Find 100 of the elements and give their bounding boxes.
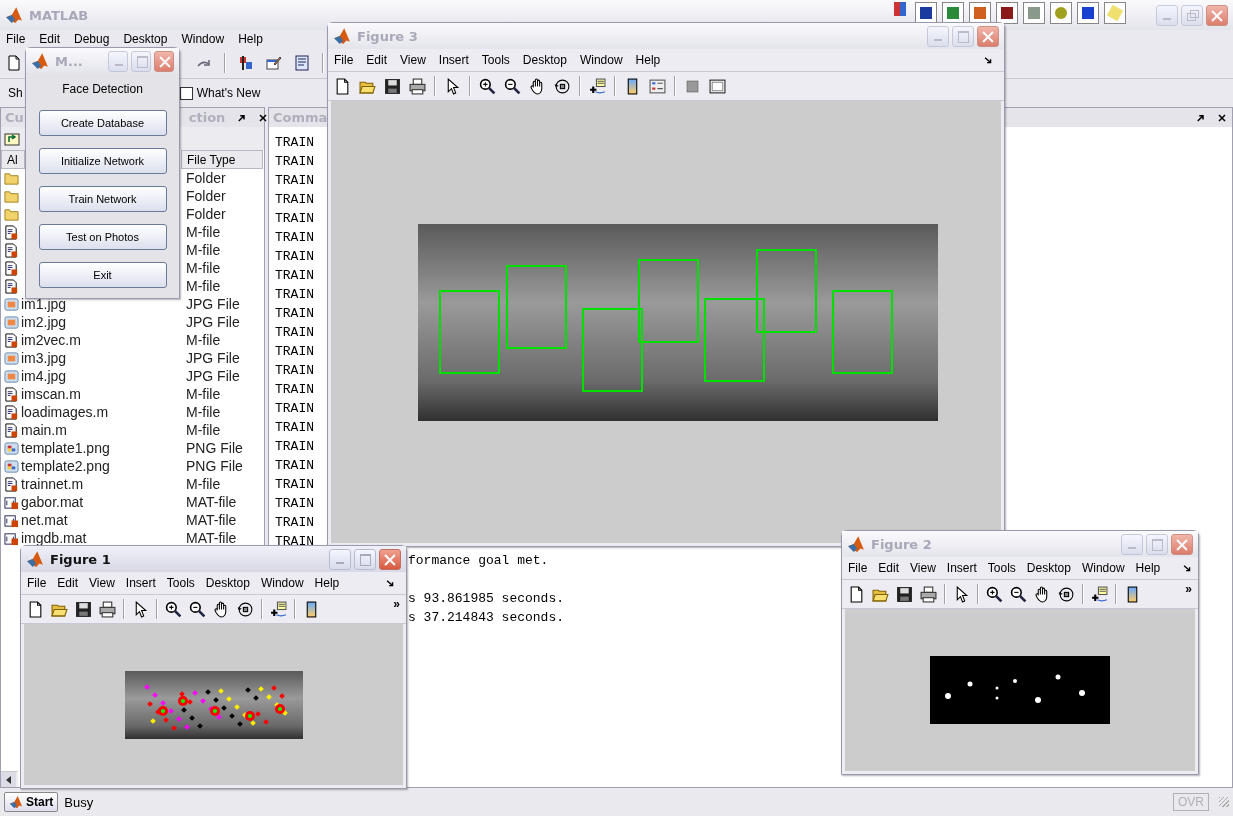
menu-item[interactable]: Window xyxy=(181,32,225,46)
resize-grip[interactable] xyxy=(1219,797,1229,807)
menu-item[interactable]: Edit xyxy=(39,32,61,46)
window-title: Figure 2 xyxy=(871,536,932,552)
printer-icon[interactable] xyxy=(920,585,937,603)
panel-heading: Face Detection xyxy=(62,82,143,96)
action-button[interactable]: Exit xyxy=(38,262,167,288)
file-name[interactable]: loadimages.m xyxy=(21,404,109,420)
menu-item[interactable]: Debug xyxy=(74,32,110,46)
close-icon[interactable] xyxy=(257,111,270,124)
data-cursor-icon[interactable] xyxy=(270,600,287,618)
column-header[interactable]: Al xyxy=(1,150,25,169)
window-frame-icon[interactable] xyxy=(709,77,726,95)
new-file-icon[interactable] xyxy=(848,585,865,603)
zoom-out-icon[interactable] xyxy=(504,77,521,95)
file-type: M-file xyxy=(186,404,221,420)
file-name[interactable]: im1.jpg xyxy=(21,296,67,312)
mat-file-icon xyxy=(4,530,19,546)
menu-item[interactable]: Help xyxy=(314,576,340,590)
action-button[interactable]: Test on Photos xyxy=(38,224,167,250)
file-name[interactable]: gabor.mat xyxy=(21,494,84,510)
rotate-3d-icon[interactable] xyxy=(554,77,571,95)
start-button[interactable]: Start xyxy=(4,792,59,812)
file-name[interactable]: template1.png xyxy=(21,440,110,456)
matlab-logo-icon xyxy=(9,795,23,809)
folder-icon xyxy=(4,206,19,222)
rotate-3d-icon[interactable] xyxy=(1058,585,1075,603)
menu-item[interactable]: Window xyxy=(1081,561,1125,575)
menu-item[interactable]: View xyxy=(89,576,115,590)
data-cursor-icon[interactable] xyxy=(1091,585,1108,603)
dock-arrow-icon[interactable] xyxy=(385,577,396,589)
menu-item[interactable]: File xyxy=(6,32,26,46)
folder-up-icon[interactable] xyxy=(4,130,20,147)
menu-item[interactable]: View xyxy=(910,561,936,575)
printer-icon[interactable] xyxy=(409,77,426,95)
overflow-button[interactable]: » xyxy=(1185,580,1192,596)
shortcut-link[interactable]: What's New xyxy=(179,86,261,100)
window-title: Figure 1 xyxy=(50,551,111,567)
blocks-icon[interactable] xyxy=(238,55,254,71)
file-type: M-file xyxy=(186,332,221,348)
menu-item[interactable]: Tools xyxy=(166,576,195,590)
menu-item[interactable]: Desktop xyxy=(1026,561,1071,575)
new-file-icon[interactable] xyxy=(6,55,22,71)
file-name[interactable]: im3.jpg xyxy=(21,350,67,366)
menu-item[interactable]: Tools xyxy=(481,53,510,67)
menu-item[interactable]: Window xyxy=(579,53,623,67)
menu-item[interactable]: Insert xyxy=(438,53,469,67)
menu-item[interactable]: Window xyxy=(260,576,304,590)
file-type: MAT-file xyxy=(186,494,237,510)
file-name[interactable]: im4.jpg xyxy=(21,368,67,384)
printer-icon[interactable] xyxy=(99,600,116,618)
menu-item[interactable]: File xyxy=(27,576,47,590)
menu-item[interactable]: Edit xyxy=(878,561,900,575)
file-name[interactable]: imgdb.mat xyxy=(21,530,87,546)
menu-item[interactable]: Insert xyxy=(125,576,156,590)
data-cursor-icon[interactable] xyxy=(589,77,606,95)
overflow-button[interactable]: » xyxy=(393,595,400,611)
menu-item[interactable]: Help xyxy=(635,53,661,67)
zoom-out-icon[interactable] xyxy=(1010,585,1027,603)
menu-item[interactable]: Desktop xyxy=(522,53,567,67)
shortcut-link[interactable]: Sh xyxy=(8,86,23,100)
action-button[interactable]: Initialize Network xyxy=(38,148,167,174)
menu-item[interactable]: View xyxy=(400,53,426,67)
menu-item[interactable]: Help xyxy=(238,32,263,46)
column-header[interactable]: File Type xyxy=(181,150,263,169)
file-name[interactable]: trainnet.m xyxy=(21,476,84,492)
dock-arrow-icon[interactable] xyxy=(983,54,994,66)
file-name[interactable]: im2vec.m xyxy=(21,332,81,348)
zoom-in-icon[interactable] xyxy=(479,77,496,95)
menu-item[interactable]: Help xyxy=(1135,561,1161,575)
new-file-icon[interactable] xyxy=(334,77,351,95)
action-button[interactable]: Train Network xyxy=(38,186,167,212)
zoom-in-icon[interactable] xyxy=(165,600,182,618)
menu-item[interactable]: Edit xyxy=(57,576,79,590)
menu-item[interactable]: Desktop xyxy=(123,32,168,46)
menu-item[interactable]: Desktop xyxy=(205,576,250,590)
menu-item[interactable]: Tools xyxy=(987,561,1016,575)
close-button[interactable] xyxy=(379,548,401,570)
new-file-icon[interactable] xyxy=(27,600,44,618)
file-name[interactable]: imscan.m xyxy=(21,386,81,402)
document-list-icon[interactable] xyxy=(294,55,310,71)
menu-item[interactable]: Edit xyxy=(366,53,388,67)
file-type: M-file xyxy=(186,242,221,258)
file-name[interactable]: template2.png xyxy=(21,458,110,474)
pencil-window-icon[interactable] xyxy=(266,55,282,71)
zoom-in-icon[interactable] xyxy=(986,585,1003,603)
rotate-3d-icon[interactable] xyxy=(237,600,254,618)
legend-icon[interactable] xyxy=(649,77,666,95)
close-icon[interactable] xyxy=(1216,111,1228,124)
action-button[interactable]: Create Database xyxy=(38,110,167,136)
file-name[interactable]: im2.jpg xyxy=(21,314,67,330)
menu-item[interactable]: Insert xyxy=(946,561,977,575)
file-name[interactable]: main.m xyxy=(21,422,67,438)
file-type: PNG File xyxy=(186,440,243,456)
file-type: M-file xyxy=(186,476,221,492)
zoom-out-icon[interactable] xyxy=(189,600,206,618)
file-name[interactable]: net.mat xyxy=(21,512,68,528)
m-file-icon xyxy=(4,422,19,438)
menu-item[interactable]: File xyxy=(334,53,354,67)
menu-item[interactable]: File xyxy=(848,561,868,575)
